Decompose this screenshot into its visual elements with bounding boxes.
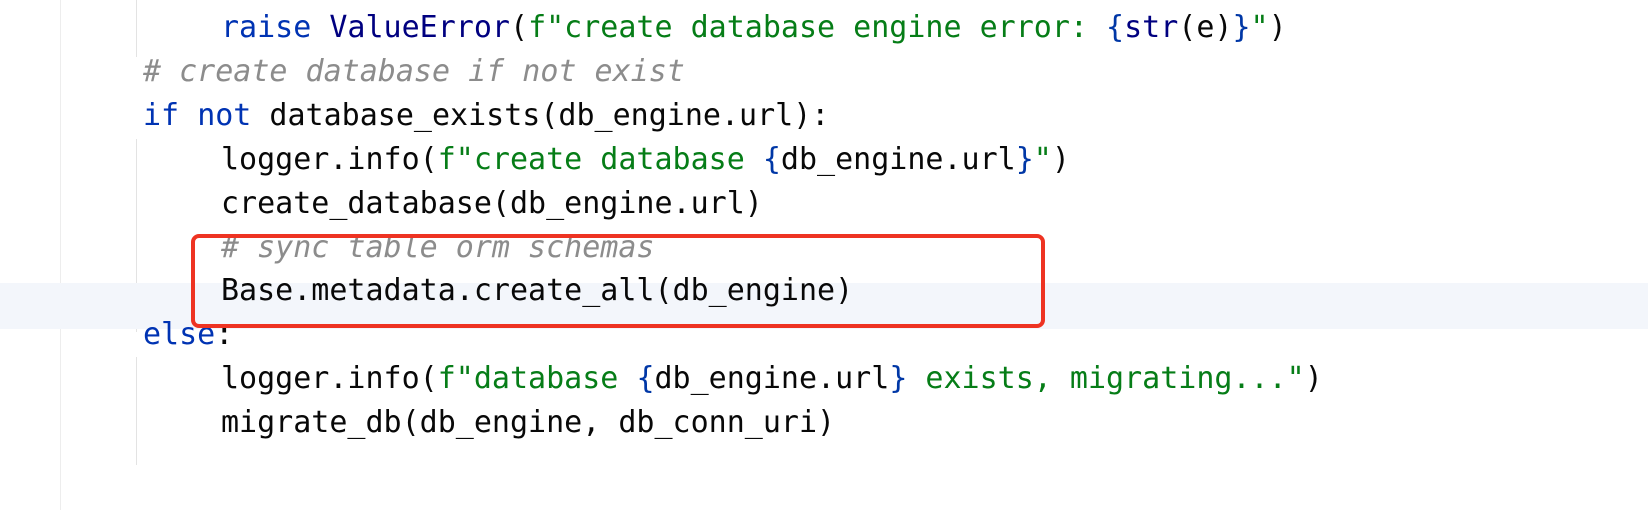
code-token: logger.info( (221, 142, 438, 177)
code-line[interactable]: if not database_exists(db_engine.url): (0, 93, 829, 139)
code-editor[interactable]: raise ValueError(f"create database engin… (0, 0, 1648, 510)
code-token: } (1015, 142, 1034, 177)
code-token: ) (1051, 142, 1070, 177)
code-token: ) (1304, 361, 1323, 396)
code-token: { (762, 142, 781, 177)
code-line[interactable]: logger.info(f"database {db_engine.url} e… (0, 356, 1323, 402)
code-token: logger.info( (221, 361, 438, 396)
code-token: str (1124, 10, 1179, 45)
code-line[interactable]: create_database(db_engine.url) (0, 181, 763, 227)
code-token: } (1232, 10, 1251, 45)
code-token: ) (1268, 10, 1287, 45)
code-token: ValueError (329, 10, 510, 45)
code-token: db_engine.url (654, 361, 890, 396)
code-token: " (1250, 10, 1269, 45)
code-token: f"create database (437, 142, 763, 177)
code-token: f"create database engine error: (528, 10, 1107, 45)
code-token: { (1106, 10, 1125, 45)
code-token: " (1033, 142, 1052, 177)
code-token: if (143, 98, 180, 133)
code-line[interactable]: # create database if not exist (0, 49, 685, 95)
code-token: raise (221, 10, 312, 45)
annotation-highlight-box (191, 234, 1045, 328)
code-line[interactable]: raise ValueError(f"create database engin… (0, 5, 1287, 51)
code-token: database_exists(db_engine.url): (251, 98, 830, 133)
code-token: # create database if not exist (143, 54, 685, 89)
code-token: db_engine.url (780, 142, 1016, 177)
code-token: (e) (1178, 10, 1233, 45)
code-token: } (889, 361, 908, 396)
code-line[interactable]: migrate_db(db_engine, db_conn_uri) (0, 400, 835, 446)
code-token: not (197, 98, 252, 133)
code-token: ( (510, 10, 529, 45)
code-token: migrate_db(db_engine, db_conn_uri) (221, 405, 836, 440)
code-token: exists, migrating..." (907, 361, 1305, 396)
code-token: create_database(db_engine.url) (221, 186, 763, 221)
code-token: { (636, 361, 655, 396)
code-token: f"database (437, 361, 637, 396)
code-line[interactable]: logger.info(f"create database {db_engine… (0, 137, 1070, 183)
